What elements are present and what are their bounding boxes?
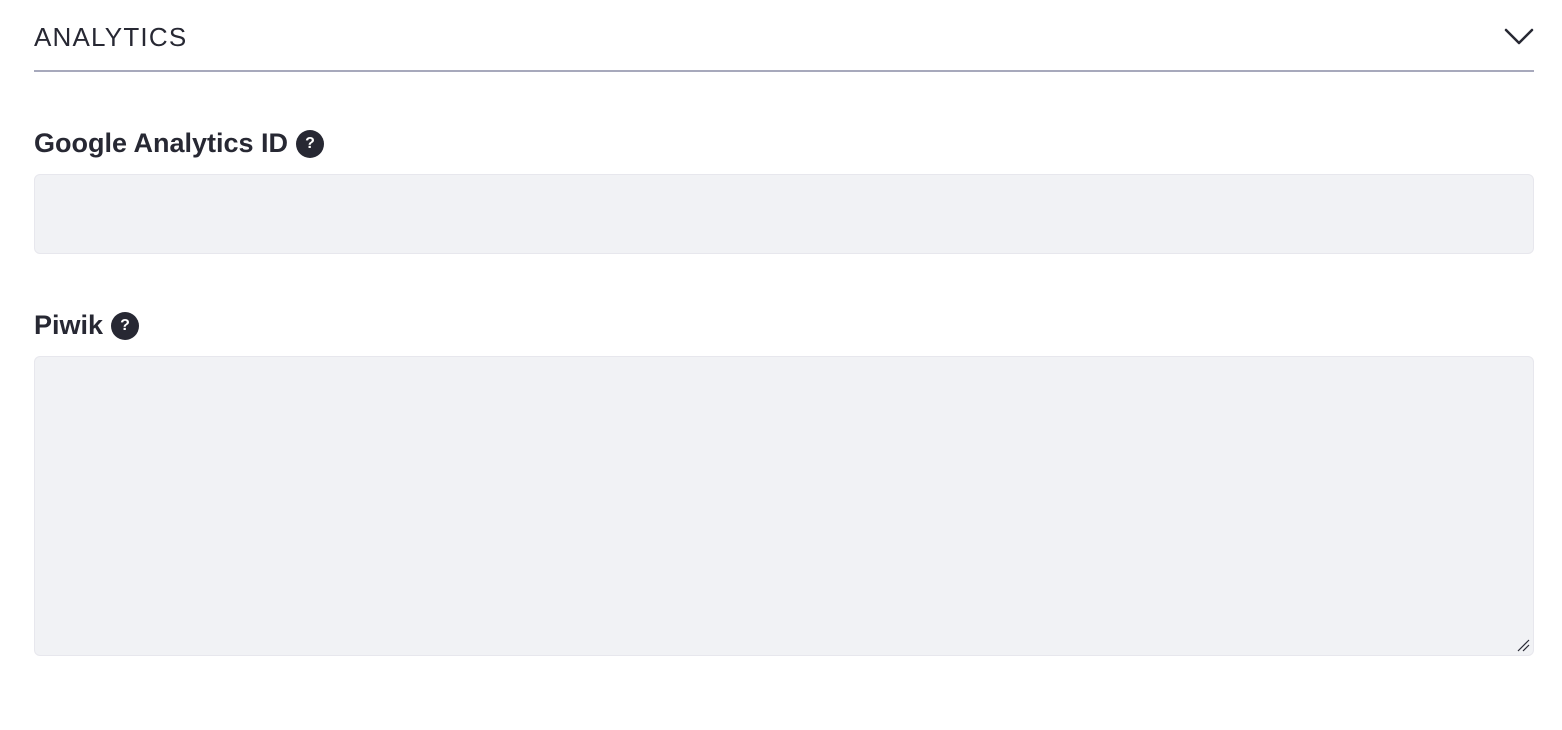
piwik-label: Piwik ? (34, 310, 140, 341)
panel-title: ANALYTICS (34, 22, 188, 52)
resize-grip-icon[interactable] (1516, 638, 1530, 652)
chevron-down-icon[interactable] (1504, 24, 1534, 48)
google-analytics-id-label: Google Analytics ID ? (34, 128, 325, 159)
piwik-textarea[interactable] (34, 356, 1534, 656)
analytics-panel: ANALYTICS Google Analytics ID ? Piwik ? (34, 0, 1534, 656)
analytics-panel-header[interactable]: ANALYTICS (34, 0, 1534, 72)
google-analytics-id-input[interactable] (34, 174, 1534, 254)
piwik-label-text: Piwik (34, 310, 104, 340)
question-circle-icon[interactable]: ? (111, 311, 140, 340)
question-circle-icon[interactable]: ? (296, 129, 325, 158)
google-analytics-id-label-text: Google Analytics ID (34, 128, 289, 158)
piwik-textarea-wrapper (34, 356, 1534, 656)
